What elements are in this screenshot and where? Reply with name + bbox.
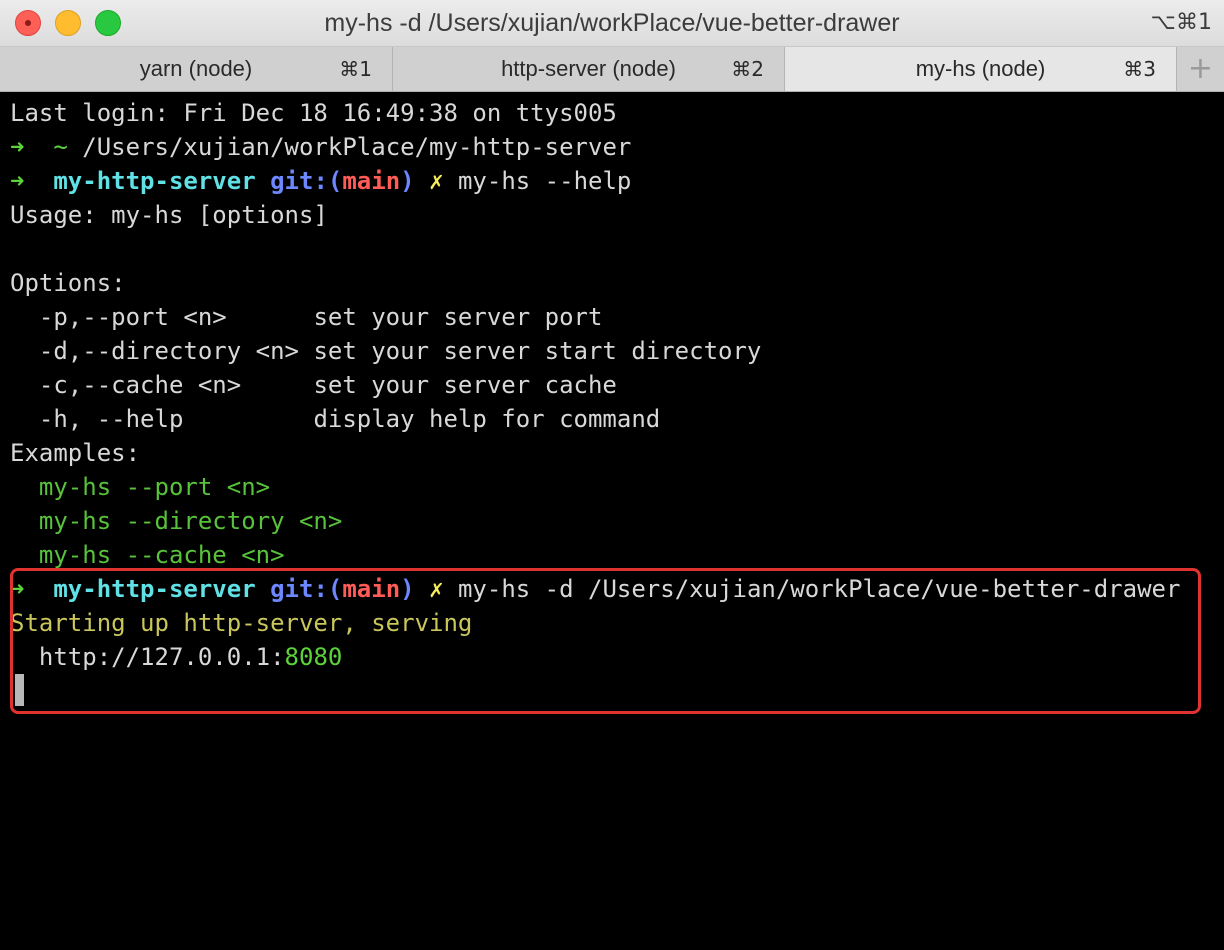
- tab-shortcut: ⌘3: [1123, 57, 1156, 81]
- highlight-annotation-box: [10, 568, 1201, 714]
- tab-label: http-server (node): [501, 56, 676, 81]
- dir-name: my-http-server: [53, 167, 256, 195]
- prompt-arrow-icon: ➜: [10, 133, 25, 161]
- example-line: my-hs --directory <n>: [10, 507, 343, 535]
- option-desc: set your server start directory: [313, 337, 762, 365]
- zoom-window-button[interactable]: [95, 10, 121, 36]
- path-text: /Users/xujian/workPlace/my-http-server: [82, 133, 632, 161]
- prompt-arrow-icon: ➜: [10, 167, 25, 195]
- option-row: -p,--port <n> set your server port: [10, 300, 603, 334]
- tab-http-server[interactable]: http-server (node) ⌘2: [393, 47, 785, 91]
- minimize-window-button[interactable]: [55, 10, 81, 36]
- tab-shortcut: ⌘1: [339, 57, 372, 81]
- command-text: my-hs --help: [457, 167, 632, 195]
- tab-label: my-hs (node): [915, 56, 1046, 81]
- new-tab-button[interactable]: +: [1177, 47, 1224, 91]
- tab-my-hs[interactable]: my-hs (node) ⌘3: [785, 47, 1177, 91]
- option-flag: -h, --help: [10, 405, 314, 433]
- usage-line: Usage: my-hs [options]: [10, 201, 328, 229]
- examples-header: Examples:: [10, 439, 141, 467]
- tab-yarn[interactable]: yarn (node) ⌘1: [0, 47, 393, 91]
- option-desc: set your server port: [313, 303, 603, 331]
- git-suffix: ): [400, 167, 415, 195]
- prompt-line-help: ➜ my-http-server git:(main) ✗ my-hs --he…: [10, 164, 631, 198]
- terminal-window: my-hs -d /Users/xujian/workPlace/vue-bet…: [0, 0, 1224, 950]
- window-shortcut: ⌥⌘1: [1150, 10, 1212, 35]
- git-prefix: git:(: [270, 167, 343, 195]
- tab-bar: yarn (node) ⌘1 http-server (node) ⌘2 my-…: [0, 47, 1224, 92]
- close-window-button[interactable]: [15, 10, 41, 36]
- window-title: my-hs -d /Users/xujian/workPlace/vue-bet…: [324, 9, 900, 37]
- home-tilde: ~: [53, 133, 68, 161]
- option-desc: set your server cache: [313, 371, 617, 399]
- option-row: -c,--cache <n> set your server cache: [10, 368, 617, 402]
- example-line: my-hs --port <n>: [10, 473, 271, 501]
- last-login-line: Last login: Fri Dec 18 16:49:38 on ttys0…: [10, 99, 617, 127]
- dirty-mark-icon: ✗: [429, 167, 444, 195]
- option-flag: -c,--cache <n>: [10, 371, 314, 399]
- option-flag: -p,--port <n>: [10, 303, 314, 331]
- option-desc: display help for command: [313, 405, 661, 433]
- terminal-output[interactable]: Last login: Fri Dec 18 16:49:38 on ttys0…: [0, 92, 1224, 950]
- git-branch: main: [342, 167, 401, 195]
- tab-shortcut: ⌘2: [731, 57, 764, 81]
- option-row: -h, --help display help for command: [10, 402, 660, 436]
- title-bar: my-hs -d /Users/xujian/workPlace/vue-bet…: [0, 0, 1224, 47]
- option-flag: -d,--directory <n>: [10, 337, 314, 365]
- tab-label: yarn (node): [139, 56, 253, 81]
- prompt-line-home: ➜ ~ /Users/xujian/workPlace/my-http-serv…: [10, 130, 631, 164]
- option-row: -d,--directory <n> set your server start…: [10, 334, 761, 368]
- options-header: Options:: [10, 269, 126, 297]
- example-line: my-hs --cache <n>: [10, 541, 285, 569]
